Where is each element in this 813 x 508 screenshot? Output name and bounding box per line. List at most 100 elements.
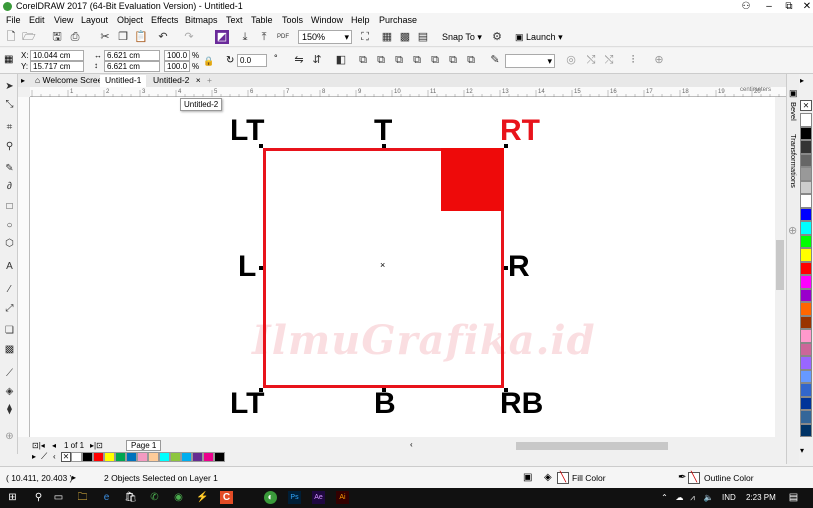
account-icon[interactable]: ⚇	[735, 0, 757, 13]
text-tool-icon[interactable]: A	[3, 260, 16, 273]
color-proofing-icon[interactable]: ▣	[523, 472, 532, 483]
outline-none-swatch[interactable]: ╲	[688, 472, 700, 484]
zoom-level-dropdown[interactable]: 150% ▾	[298, 30, 352, 44]
fill-none-swatch[interactable]: ╲	[557, 472, 569, 484]
close-button[interactable]: ✕	[796, 0, 813, 13]
clock[interactable]: 2:23 PM	[746, 493, 776, 502]
horizontal-scrollbar[interactable]: ‹	[408, 440, 778, 451]
palette-swatch[interactable]	[192, 452, 203, 462]
height-field[interactable]: 6.621 cm	[104, 61, 160, 72]
x-position-field[interactable]: 10.044 cm	[30, 50, 84, 61]
simplify-icon[interactable]: ⧉	[410, 53, 424, 67]
rectangle-tool-icon[interactable]: □	[3, 200, 16, 213]
crop-tool-icon[interactable]: ⌗	[3, 121, 16, 134]
file-explorer-icon[interactable]: 🗀	[76, 491, 89, 504]
menu-help[interactable]: Help	[351, 15, 370, 25]
color-swatch[interactable]	[800, 113, 812, 127]
scale-height-field[interactable]: 100.0	[164, 61, 190, 72]
intersect-icon[interactable]: ⧉	[392, 53, 406, 67]
color-swatch[interactable]	[800, 275, 812, 289]
no-color-swatch[interactable]: ⨯	[61, 452, 71, 462]
options-gear-icon[interactable]: ⚙	[490, 30, 504, 44]
front-minus-back-icon[interactable]: ⧉	[428, 53, 442, 67]
horizontal-ruler[interactable]: 1 2 3 4 5 6 7 8 9 10 11 12 13 14 15 16 17 18 19 20 centimet…	[30, 87, 790, 97]
chrome-icon[interactable]: ◉	[172, 491, 185, 504]
distribute-icon[interactable]: ⤭	[602, 53, 616, 67]
shape-tool-icon[interactable]: ⤡	[3, 98, 16, 111]
launch-button[interactable]: ▣ Launch ▾	[515, 32, 563, 43]
drawing-canvas[interactable]: IlmuGrafika.id × LT T RT L R LT B RB	[30, 97, 775, 437]
menu-text[interactable]: Text	[226, 15, 243, 25]
color-swatch[interactable]	[800, 126, 812, 140]
color-swatch[interactable]	[800, 180, 812, 194]
connector-tool-icon[interactable]: ⤢	[3, 302, 16, 315]
palette-swatch[interactable]	[104, 452, 115, 462]
cut-icon[interactable]: ✂	[98, 30, 112, 44]
open-icon[interactable]: 🗁	[22, 30, 36, 44]
transparency-tool-icon[interactable]: ▩	[3, 343, 16, 356]
palette-swatch[interactable]	[159, 452, 170, 462]
volume-icon[interactable]: 🔈	[702, 491, 715, 504]
scroll-left-icon[interactable]: ‹	[410, 440, 413, 449]
tray-chevron-icon[interactable]: ⌃	[658, 491, 671, 504]
palette-menu-icon[interactable]: ▸	[32, 452, 36, 461]
palette-swatch[interactable]	[137, 452, 148, 462]
search-content-icon[interactable]: ◩	[215, 30, 229, 44]
cloud-icon[interactable]: ☁	[673, 491, 686, 504]
palette-swatch[interactable]	[170, 452, 181, 462]
vertical-ruler[interactable]	[18, 97, 30, 437]
zoom-tool-icon[interactable]: ⚲	[3, 140, 16, 153]
color-swatch[interactable]	[800, 167, 812, 181]
color-swatch[interactable]	[800, 248, 812, 262]
color-swatch[interactable]	[800, 194, 812, 208]
back-minus-front-icon[interactable]: ⧉	[446, 53, 460, 67]
full-screen-icon[interactable]: ⛶	[358, 30, 372, 44]
action-center-icon[interactable]: ▤	[787, 491, 800, 504]
store-icon[interactable]: 🛍	[124, 491, 137, 504]
align-distribute-icon[interactable]: ⫶	[626, 53, 640, 67]
paste-icon[interactable]: 📋	[134, 30, 148, 44]
menu-layout[interactable]: Layout	[81, 15, 108, 25]
scale-width-field[interactable]: 100.0	[164, 50, 190, 61]
color-swatch[interactable]	[800, 342, 812, 356]
color-swatch[interactable]	[800, 423, 812, 437]
add-docker-icon[interactable]: ⊕	[788, 224, 797, 237]
print-icon[interactable]: ⎙	[68, 30, 82, 44]
tab-untitled-2[interactable]: Untitled-2 ×	[148, 75, 206, 87]
weld-icon[interactable]: ⧉	[356, 53, 370, 67]
drop-shadow-icon[interactable]: ❏	[3, 324, 16, 337]
redo-icon[interactable]: ↷	[182, 30, 196, 44]
color-swatch[interactable]	[800, 261, 812, 275]
app-c-icon[interactable]: C	[220, 491, 233, 504]
menu-tools[interactable]: Tools	[282, 15, 303, 25]
color-swatch[interactable]	[800, 315, 812, 329]
y-position-field[interactable]: 15.717 cm	[30, 61, 84, 72]
tab-untitled-1[interactable]: Untitled-1	[100, 75, 147, 87]
save-icon[interactable]: 🖫	[50, 30, 64, 44]
palette-scroll-left-icon[interactable]: ‹	[53, 452, 56, 461]
eyedropper-tool-icon[interactable]: ⟋	[3, 367, 16, 380]
palette-swatch[interactable]	[115, 452, 126, 462]
windows-start-icon[interactable]: ⊞	[6, 491, 19, 504]
color-swatch[interactable]	[800, 396, 812, 410]
color-swatch[interactable]	[800, 153, 812, 167]
color-swatch[interactable]	[800, 410, 812, 424]
vertical-scrollbar[interactable]	[775, 97, 786, 437]
page-nav-next-icon[interactable]: ▸|⊡	[90, 441, 103, 450]
red-fill-square[interactable]	[441, 148, 504, 211]
app-icon[interactable]: ⚡	[196, 491, 209, 504]
width-field[interactable]: 6.621 cm	[104, 50, 160, 61]
palette-swatch[interactable]	[203, 452, 214, 462]
menu-bitmaps[interactable]: Bitmaps	[185, 15, 218, 25]
tab-close-icon[interactable]: ×	[196, 75, 201, 85]
new-document-icon[interactable]: 🗋	[4, 30, 18, 44]
palette-scroll-up-icon[interactable]: ▸	[800, 76, 804, 85]
trim-icon[interactable]: ⧉	[374, 53, 388, 67]
palette-swatch[interactable]	[181, 452, 192, 462]
add-tool-icon[interactable]: ⊕	[3, 430, 16, 443]
align-icon[interactable]: ⤭	[584, 53, 598, 67]
page-tab[interactable]: Page 1	[126, 440, 162, 451]
palette-swatch[interactable]	[71, 452, 82, 462]
horizontal-scroll-thumb[interactable]	[516, 442, 668, 450]
menu-effects[interactable]: Effects	[151, 15, 178, 25]
